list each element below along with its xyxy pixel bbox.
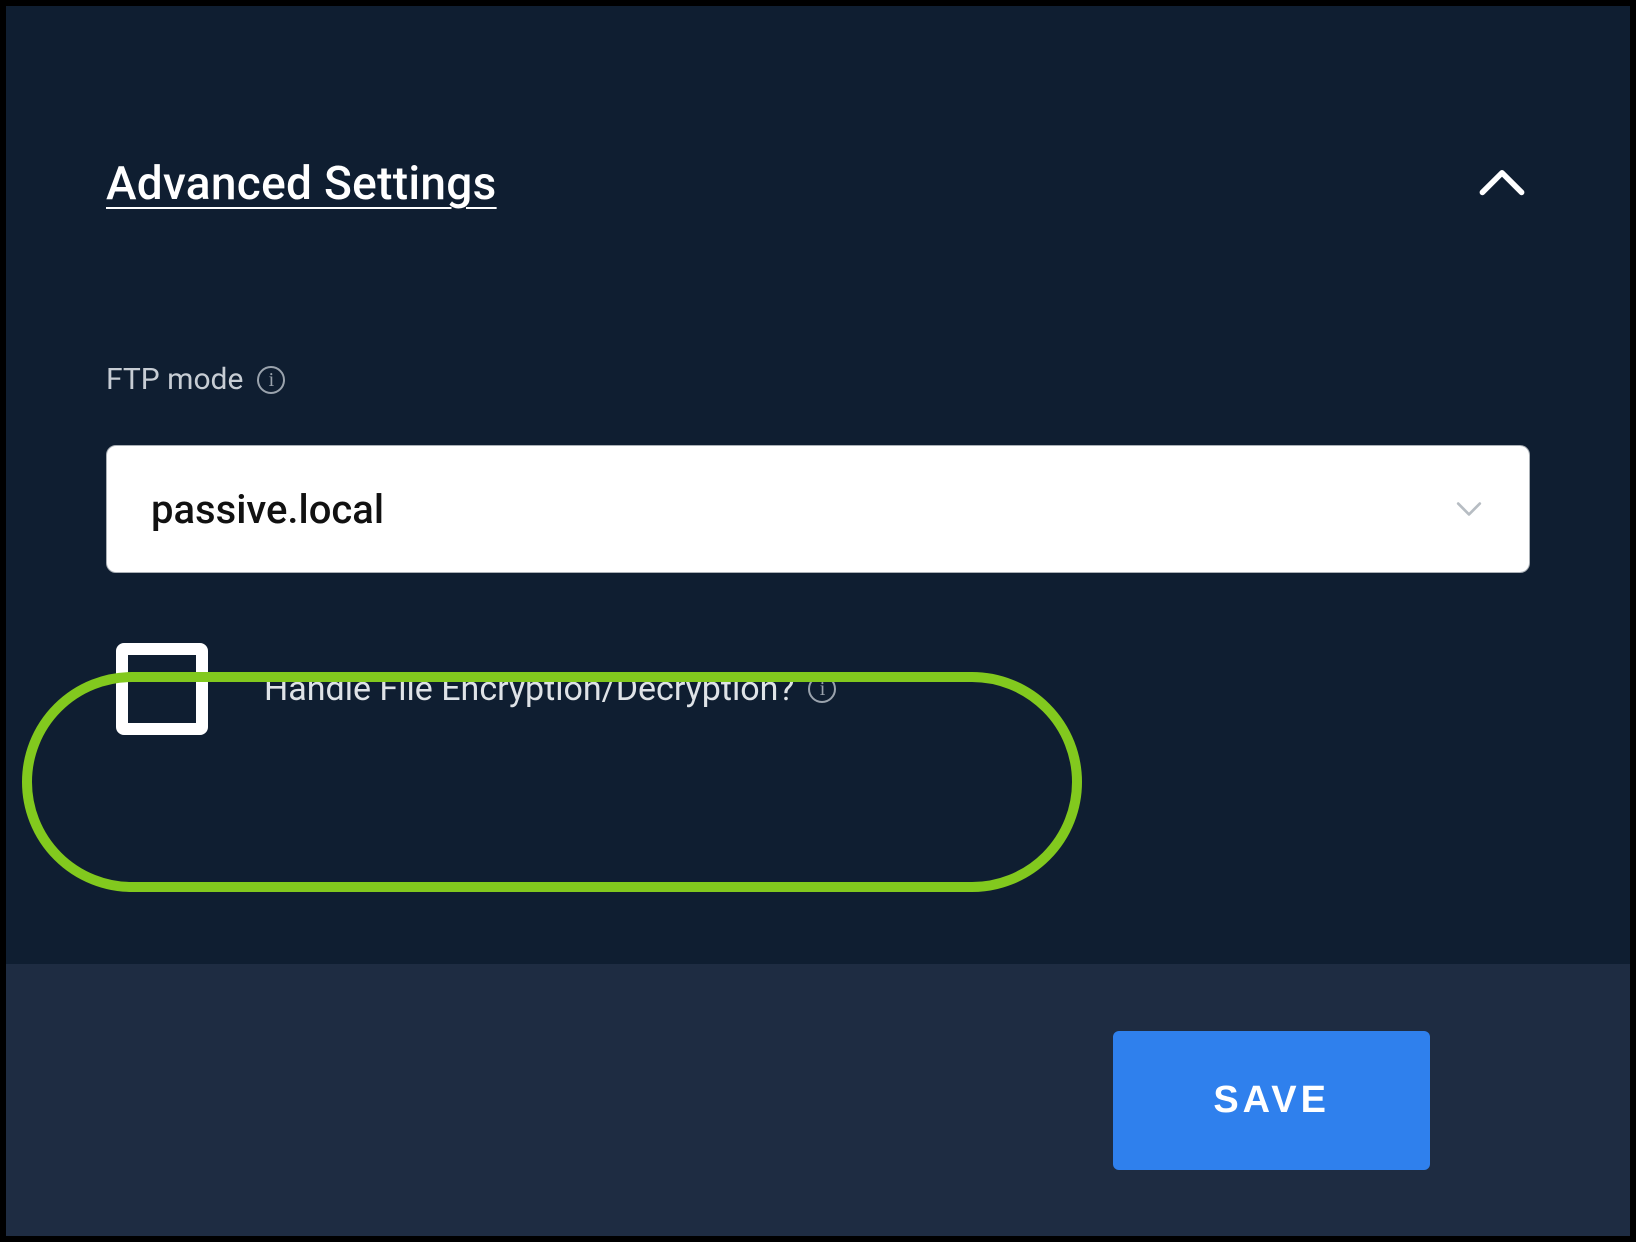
info-icon[interactable] [257, 366, 285, 394]
advanced-settings-panel: Advanced Settings FTP mode passive.local… [6, 6, 1630, 964]
ftp-mode-label-row: FTP mode [106, 362, 1530, 397]
dialog-footer: SAVE [6, 964, 1630, 1236]
chevron-down-icon [1449, 489, 1489, 529]
ftp-mode-select[interactable]: passive.local [106, 445, 1530, 573]
save-button[interactable]: SAVE [1113, 1031, 1430, 1170]
ftp-mode-value: passive.local [151, 486, 384, 533]
encryption-checkbox[interactable] [116, 643, 208, 735]
section-header: Advanced Settings [106, 156, 1530, 212]
encryption-label: Handle File Encryption/Decryption? [264, 669, 794, 709]
chevron-up-icon[interactable] [1474, 156, 1530, 212]
encryption-label-row: Handle File Encryption/Decryption? [264, 669, 836, 709]
settings-dialog: Advanced Settings FTP mode passive.local… [0, 0, 1636, 1242]
info-icon[interactable] [808, 675, 836, 703]
section-title[interactable]: Advanced Settings [106, 157, 497, 211]
ftp-mode-field: FTP mode passive.local [106, 362, 1530, 573]
ftp-mode-label: FTP mode [106, 362, 243, 397]
encryption-row: Handle File Encryption/Decryption? [106, 643, 1530, 735]
